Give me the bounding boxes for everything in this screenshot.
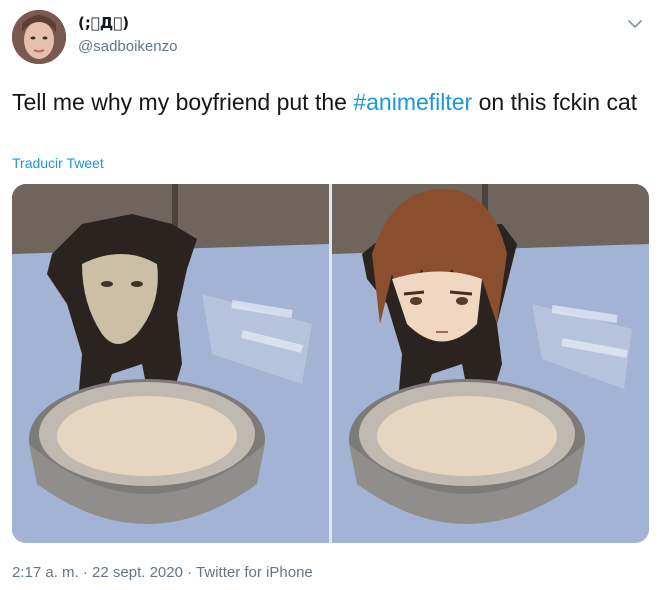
- meta-separator: ·: [78, 564, 93, 581]
- anime-filter-photo[interactable]: [332, 184, 649, 543]
- author-handle[interactable]: @sadboikenzo: [78, 38, 177, 55]
- tweet-source[interactable]: Twitter for iPhone: [196, 564, 313, 581]
- original-photo[interactable]: [12, 184, 329, 543]
- meta-separator: ·: [182, 564, 197, 581]
- tweet-date[interactable]: 22 sept. 2020: [92, 564, 183, 581]
- tweet-media[interactable]: [12, 184, 649, 543]
- tweet-time[interactable]: 2:17 a. m.: [12, 564, 79, 581]
- tweet-text-before: Tell me why my boyfriend put the: [12, 89, 354, 115]
- tweet-meta: 2:17 a. m. · 22 sept. 2020 · Twitter for…: [12, 564, 313, 581]
- tweet-text-after: on this fckin cat: [472, 89, 638, 115]
- translate-tweet-link[interactable]: Traducir Tweet: [12, 155, 104, 171]
- profile-photo-icon: [12, 10, 66, 64]
- chevron-down-icon[interactable]: [625, 14, 645, 34]
- author-display-name[interactable]: (;゚Д゚): [78, 14, 129, 32]
- hashtag-link[interactable]: #animefilter: [353, 89, 472, 115]
- avatar[interactable]: [12, 10, 66, 64]
- tweet-text: Tell me why my boyfriend put the #animef…: [12, 86, 642, 118]
